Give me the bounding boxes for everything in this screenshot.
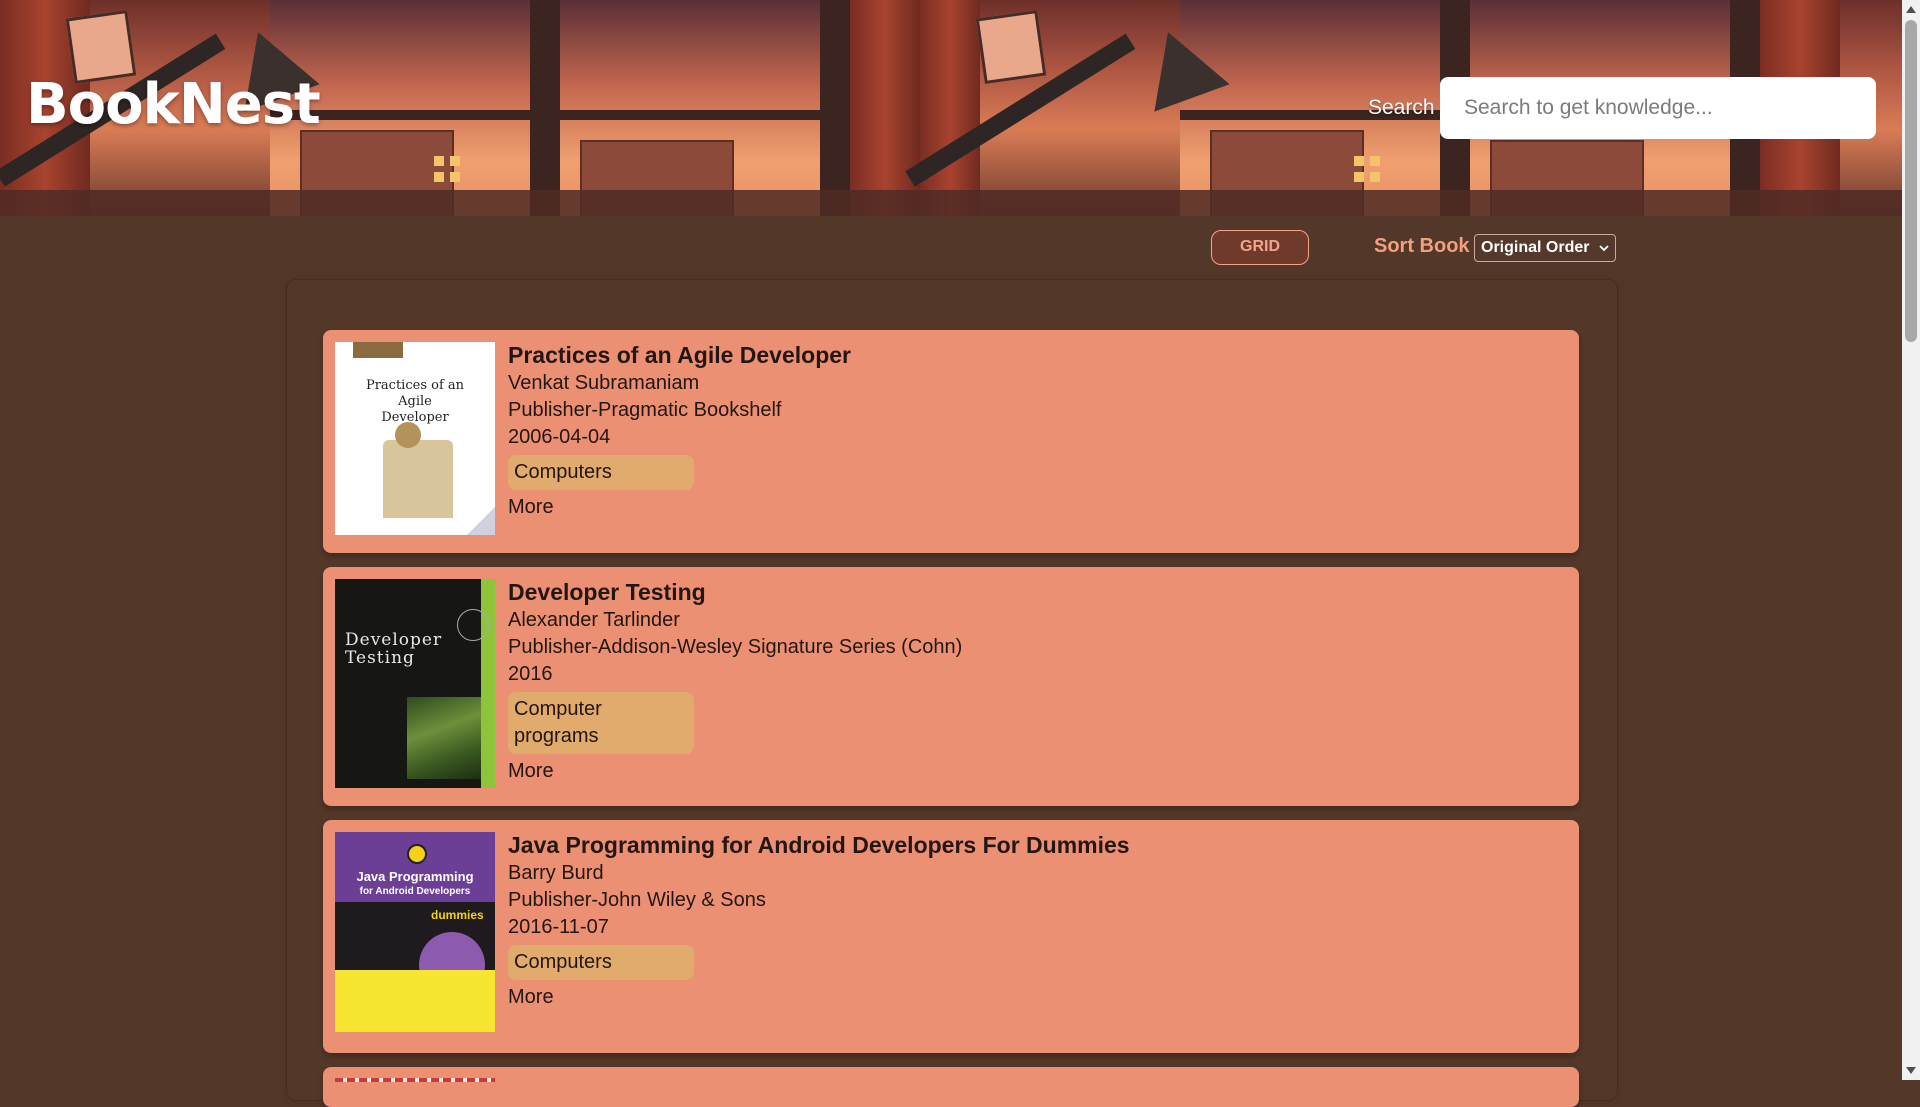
cover-title-line: Developer bbox=[345, 630, 443, 650]
banner-building-window bbox=[450, 156, 460, 166]
banner-building-window bbox=[1354, 156, 1364, 166]
book-date: 2016 bbox=[508, 663, 553, 685]
banner-curtain bbox=[850, 0, 920, 216]
cover-title: Java Programming for Android Developers bbox=[335, 869, 495, 899]
book-publisher: Publisher-John Wiley & Sons bbox=[508, 889, 766, 911]
banner-building-window bbox=[1370, 172, 1380, 182]
arrow-down-icon[interactable] bbox=[1906, 1067, 1916, 1074]
banner-sill bbox=[0, 190, 1902, 216]
category-tag: Computers bbox=[508, 455, 694, 490]
more-link[interactable]: More bbox=[508, 984, 1130, 1010]
more-link[interactable]: More bbox=[508, 758, 962, 784]
banner-building-window bbox=[1370, 156, 1380, 166]
book-details: Java Programming for Android Developers … bbox=[508, 830, 1130, 1010]
book-cover-image[interactable]: Developer Testing bbox=[335, 579, 495, 788]
cover-title-line: Practices of an bbox=[365, 378, 465, 393]
book-publisher: Publisher-Addison-Wesley Signature Serie… bbox=[508, 636, 963, 658]
banner-building-window bbox=[1354, 172, 1364, 182]
chevron-down-icon bbox=[1599, 245, 1609, 252]
book-title: Java Programming for Android Developers … bbox=[508, 832, 1130, 858]
banner-building-window bbox=[434, 156, 444, 166]
book-date: 2006-04-04 bbox=[508, 426, 611, 448]
category-tag: Computers bbox=[508, 945, 694, 980]
cover-bottom-band bbox=[335, 970, 495, 1032]
book-date: 2016-11-07 bbox=[508, 916, 609, 938]
book-author: Barry Burd bbox=[508, 862, 604, 884]
cover-ribbon bbox=[353, 342, 403, 358]
book-cover-image[interactable]: Java Programming for Android Developers … bbox=[335, 832, 495, 1032]
book-cover-image[interactable]: Practices of an Agile Developer bbox=[335, 342, 495, 535]
cover-badge bbox=[407, 844, 427, 864]
book-title: Practices of an Agile Developer bbox=[508, 342, 852, 368]
search-input[interactable] bbox=[1440, 77, 1876, 139]
sort-selected-value: Original Order bbox=[1481, 239, 1590, 256]
cover-title-line: Java Programming bbox=[356, 869, 474, 884]
cover-illustration bbox=[407, 697, 481, 779]
book-card: Java Programming for Android Developers … bbox=[323, 820, 1579, 1053]
cover-title-line: Agile bbox=[398, 394, 432, 409]
cover-illustration bbox=[383, 440, 453, 518]
book-card: Practices of an Agile Developer Practice… bbox=[323, 330, 1579, 553]
page-scrollbar[interactable] bbox=[1902, 0, 1920, 1080]
banner-building-window bbox=[450, 172, 460, 182]
sort-select[interactable]: Original Order bbox=[1474, 234, 1616, 262]
banner-building-window bbox=[434, 172, 444, 182]
cover-title-line: for Android Developers bbox=[359, 886, 471, 897]
arrow-up-icon[interactable] bbox=[1906, 6, 1916, 13]
book-title: Developer Testing bbox=[508, 579, 706, 605]
category-tag: Computer programs bbox=[508, 692, 694, 754]
book-details: Practices of an Agile Developer Venkat S… bbox=[508, 340, 851, 520]
banner-window-frame bbox=[530, 0, 560, 216]
more-link[interactable]: More bbox=[508, 494, 851, 520]
cover-title: Developer Testing bbox=[345, 631, 442, 667]
book-details: Developer Testing Alexander Tarlinder Pu… bbox=[508, 577, 962, 784]
cover-title: Practices of an Agile Developer bbox=[343, 378, 487, 426]
book-author: Venkat Subramaniam bbox=[508, 372, 700, 394]
book-publisher: Publisher-Pragmatic Bookshelf bbox=[508, 399, 782, 421]
search-label: Search bbox=[1368, 96, 1435, 119]
banner-window-frame bbox=[270, 110, 850, 120]
book-author: Alexander Tarlinder bbox=[508, 609, 680, 631]
sort-label: Sort Book bbox=[1374, 235, 1470, 257]
book-card: Developer Testing Developer Testing Alex… bbox=[323, 567, 1579, 806]
cover-stripe bbox=[481, 579, 495, 788]
banner-window-frame bbox=[820, 0, 850, 216]
cover-page-curl bbox=[467, 507, 495, 535]
banner-poster bbox=[975, 10, 1047, 84]
book-card bbox=[323, 1067, 1579, 1107]
book-cover-image[interactable] bbox=[335, 1078, 495, 1082]
banner-curtain bbox=[920, 0, 980, 216]
cover-brand: dummies bbox=[431, 908, 484, 922]
app-logo[interactable]: BookNest bbox=[26, 72, 321, 137]
cover-seal bbox=[457, 609, 489, 641]
cover-title-line: Testing bbox=[345, 648, 415, 668]
grid-view-button[interactable]: GRID bbox=[1211, 230, 1309, 265]
scrollbar-thumb[interactable] bbox=[1905, 20, 1917, 342]
cover-illustration bbox=[395, 422, 421, 448]
